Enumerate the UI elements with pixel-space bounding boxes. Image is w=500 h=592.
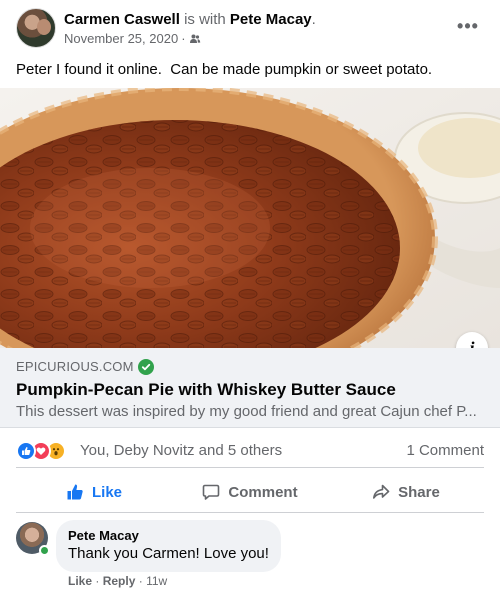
reaction-icons[interactable] [16, 441, 66, 461]
comment-bubble: Pete Macay Thank you Carmen! Love you! [56, 520, 281, 572]
link-title[interactable]: Pumpkin-Pecan Pie with Whiskey Butter Sa… [16, 379, 396, 401]
divider [16, 467, 484, 468]
comment-author[interactable]: Pete Macay [68, 528, 269, 544]
comment-icon [203, 484, 220, 500]
source-domain: EPICURIOUS.COM [16, 359, 134, 374]
period: . [311, 11, 316, 28]
post-meta: November 25, 2020 · [64, 30, 201, 48]
online-status-icon [39, 545, 50, 556]
thumbs-up-icon [67, 484, 83, 500]
comment-count[interactable]: 1 Comment [406, 441, 484, 461]
comment-time[interactable]: 11w [146, 574, 167, 588]
with-text: is with [184, 11, 226, 28]
separator: · [95, 574, 100, 588]
comment-button[interactable]: Comment [172, 474, 328, 510]
pecan-pie-image[interactable]: i [0, 88, 500, 348]
post-text: Peter I found it online. Can be made pum… [16, 61, 433, 78]
comment-item: Pete Macay Thank you Carmen! Love you! L… [16, 520, 484, 592]
source-domain-row: EPICURIOUS.COM [16, 358, 154, 376]
comment-like-link[interactable]: Like [68, 574, 92, 588]
reactions-summary: You, Deby Novitz and 5 others 1 Comment [16, 438, 484, 464]
reaction-names[interactable]: You, Deby Novitz and 5 others [80, 441, 282, 461]
like-reaction-icon [16, 441, 36, 461]
verified-check-icon [137, 359, 154, 375]
share-label: Share [398, 483, 440, 501]
friends-icon[interactable] [189, 33, 201, 45]
like-button[interactable]: Like [16, 474, 172, 510]
comment-label: Comment [228, 483, 298, 501]
like-label: Like [91, 483, 122, 501]
comment-reply-link[interactable]: Reply [103, 574, 136, 588]
post-actions: Like Comment Share [16, 474, 484, 510]
share-button[interactable]: Share [328, 474, 484, 510]
post-date[interactable]: November 25, 2020 [64, 30, 178, 48]
pie-illustration [0, 88, 500, 348]
more-options-button[interactable]: ••• [454, 12, 482, 40]
author-avatar[interactable] [16, 8, 56, 48]
post-header: Carmen Caswell is with Pete Macay. Novem… [16, 8, 486, 52]
comment-actions: Like · Reply · 11w [68, 573, 167, 589]
divider [16, 512, 484, 513]
link-caption[interactable]: EPICURIOUS.COM Pumpkin-Pecan Pie with Wh… [0, 348, 500, 428]
share-icon [373, 484, 390, 499]
link-description: This dessert was inspired by my good fri… [16, 403, 476, 420]
more-dots-icon: ••• [457, 16, 479, 36]
separator: · [181, 31, 186, 46]
tagged-person[interactable]: Pete Macay [230, 11, 312, 28]
author-line: Carmen Caswell is with Pete Macay. [64, 10, 316, 30]
comment-text: Thank you Carmen! Love you! [68, 545, 269, 562]
separator: · [138, 574, 143, 588]
author-name[interactable]: Carmen Caswell [64, 11, 180, 28]
link-preview[interactable]: i EPICURIOUS.COM Pumpkin-Pecan Pie with … [0, 88, 500, 428]
